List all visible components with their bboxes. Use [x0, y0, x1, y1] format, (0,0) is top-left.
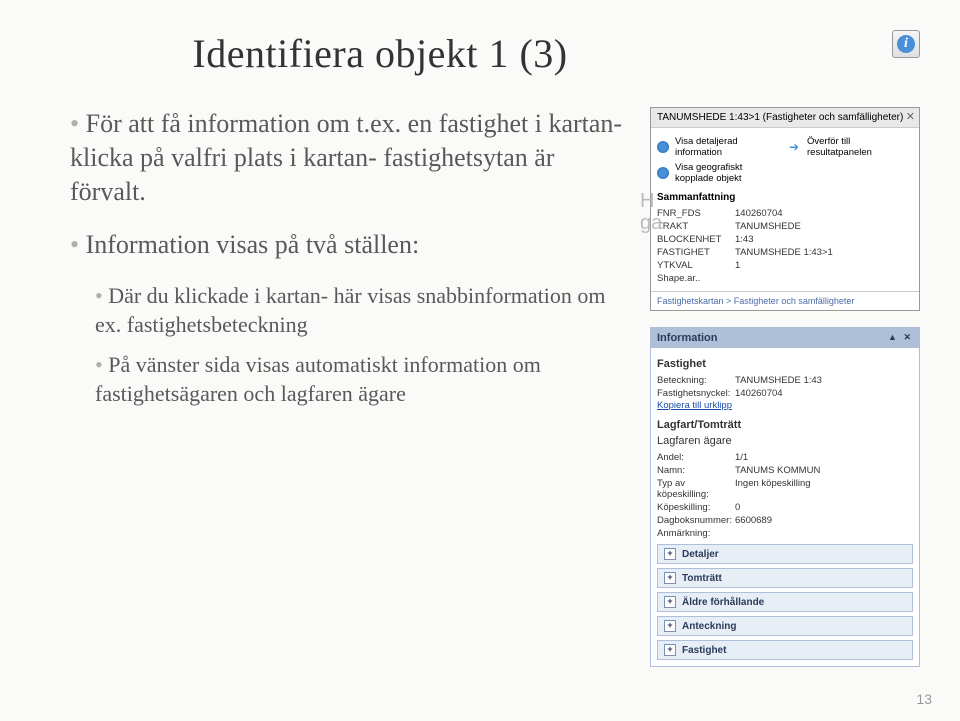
fnr-fds-value: 140260704 — [735, 208, 783, 219]
action-transfer[interactable]: ➔ Överför till resultatpanelen — [789, 134, 913, 160]
slide-title: Identifiera objekt 1 (3) — [120, 30, 640, 77]
information-panel: Information ▲ ✕ Fastighet Beteckning:TAN… — [650, 327, 920, 667]
section-lagfaren: Lagfaren ägare — [657, 435, 913, 447]
plus-icon: + — [664, 548, 676, 560]
subbullet-2: På vänster sida visas automatiskt inform… — [95, 351, 630, 408]
expander-tomtratt[interactable]: +Tomträtt — [657, 568, 913, 588]
section-fastighet: Fastighet — [657, 358, 913, 370]
info-mini-icon — [657, 141, 669, 153]
info-panel-title: Information ▲ ✕ — [651, 328, 919, 348]
info-glyph: i — [897, 35, 915, 53]
expander-anteckning[interactable]: +Anteckning — [657, 616, 913, 636]
close-icon[interactable]: ✕ — [906, 110, 915, 123]
info-icon[interactable]: i — [892, 30, 920, 58]
action-detail[interactable]: Visa detaljerad information — [657, 134, 781, 160]
summary-label: Sammanfattning — [657, 192, 913, 203]
kopeskilling-value: 0 — [735, 502, 740, 513]
typ-value: Ingen köpeskilling — [735, 478, 811, 500]
bg-line1: H — [640, 190, 654, 212]
text-content: För att få information om t.ex. en fasti… — [40, 107, 630, 667]
blockenhet-value: 1:43 — [735, 234, 754, 245]
plus-icon: + — [664, 620, 676, 632]
popup-header-text: TANUMSHEDE 1:43>1 (Fastigheter och samfä… — [657, 112, 903, 123]
arrow-right-icon: ➔ — [789, 141, 801, 153]
plus-icon: + — [664, 572, 676, 584]
plus-icon: + — [664, 644, 676, 656]
plus-icon: + — [664, 596, 676, 608]
ytkval-value: 1 — [735, 260, 740, 271]
dagboks-value: 6600689 — [735, 515, 772, 526]
beteckning-value: TANUMSHEDE 1:43 — [735, 375, 822, 386]
bullet-2: Information visas på två ställen: — [70, 228, 630, 262]
fastighet-value: TANUMSHEDE 1:43>1 — [735, 247, 833, 258]
panel-controls[interactable]: ▲ ✕ — [888, 332, 913, 344]
section-lagfart: Lagfart/Tomträtt — [657, 419, 913, 431]
geo-mini-icon — [657, 167, 669, 179]
expander-detaljer[interactable]: +Detaljer — [657, 544, 913, 564]
background-blur-text: H ga — [640, 190, 662, 234]
andel-value: 1/1 — [735, 452, 748, 463]
page-number: 13 — [916, 691, 932, 707]
subbullet-1: Där du klickade i kartan- här visas snab… — [95, 282, 630, 339]
right-column: H ga TANUMSHEDE 1:43>1 (Fastigheter och … — [650, 107, 920, 667]
map-popup: TANUMSHEDE 1:43>1 (Fastigheter och samfä… — [650, 107, 920, 311]
trakt-value: TANUMSHEDE — [735, 221, 801, 232]
copy-clipboard-link[interactable]: Kopiera till urklipp — [657, 400, 913, 411]
expander-fastighet[interactable]: +Fastighet — [657, 640, 913, 660]
action-geo[interactable]: Visa geografiskt kopplade objekt — [657, 160, 781, 186]
popup-header: TANUMSHEDE 1:43>1 (Fastigheter och samfä… — [651, 108, 919, 128]
bullet-1: För att få information om t.ex. en fasti… — [70, 107, 630, 208]
nyckel-value: 140260704 — [735, 388, 783, 399]
namn-value: TANUMS KOMMUN — [735, 465, 820, 476]
expander-aldre[interactable]: +Äldre förhållande — [657, 592, 913, 612]
bg-line2: ga — [640, 212, 662, 234]
popup-breadcrumb[interactable]: Fastighetskartan > Fastigheter och samfä… — [651, 291, 919, 310]
